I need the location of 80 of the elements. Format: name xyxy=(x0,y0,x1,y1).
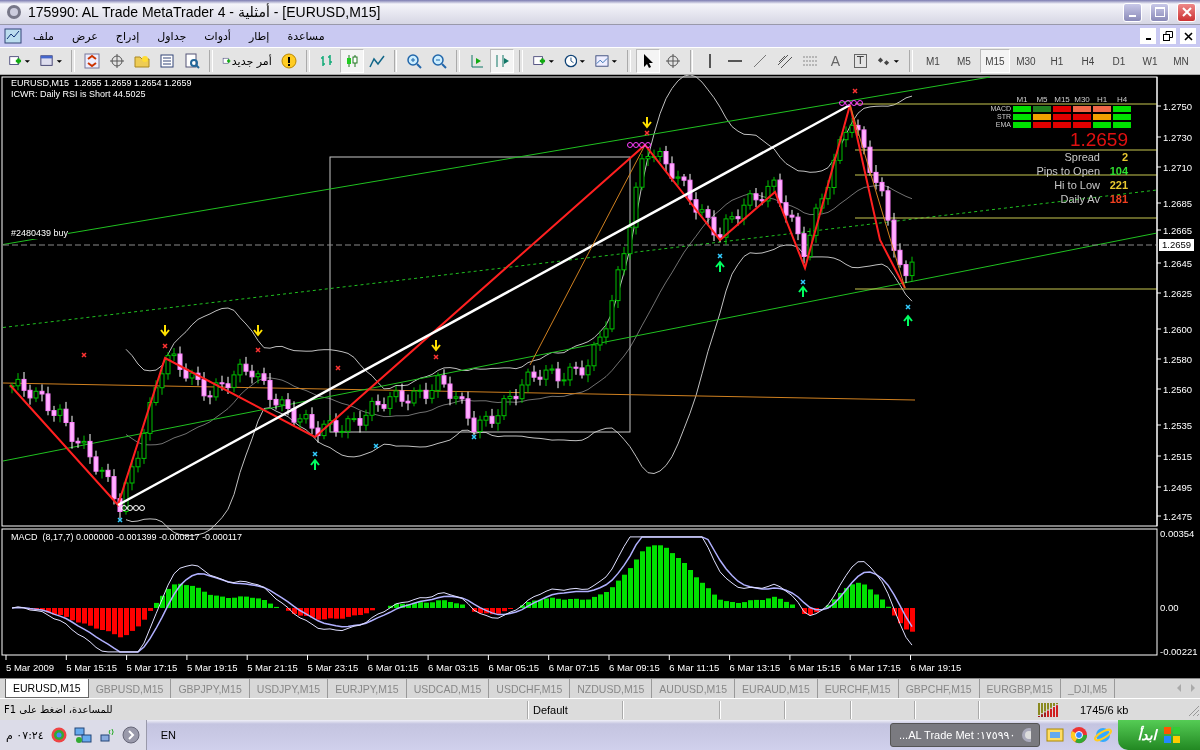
time-axis-label: 5 Mar 17:15 xyxy=(126,662,178,673)
time-axis-label: 5 Mar 2009 xyxy=(6,662,55,673)
timeframe-label: M30 xyxy=(1073,95,1091,104)
time-axis-label: 5 Mar 19:15 xyxy=(186,662,238,673)
menu-item[interactable]: جداول xyxy=(148,27,196,45)
traffic-text: 1745/6 kb xyxy=(1080,703,1129,716)
price-axis-label: 1.2665 xyxy=(1163,225,1193,236)
timeframe-button[interactable]: M1 xyxy=(917,49,948,73)
clock-text: ٠٧:٢٤ م xyxy=(6,728,44,742)
stat-label: Spread xyxy=(1063,150,1100,164)
time-axis-label: 5 Mar 23:15 xyxy=(307,662,359,673)
price-axis-label: 1.2710 xyxy=(1163,162,1193,173)
current-price-text: 1.2659 xyxy=(1068,130,1128,150)
timeframe-label: M1 xyxy=(1015,95,1029,104)
time-axis-label: 6 Mar 13:15 xyxy=(729,662,781,673)
macd-axis-label: 0.00 xyxy=(1160,602,1179,613)
macd-axis-label: -0.00221 xyxy=(1160,646,1198,657)
text-tool-button[interactable]: A xyxy=(823,49,848,73)
language-indicator[interactable]: EN xyxy=(160,729,176,741)
taskbar-button[interactable]: ١٧٥٩٩٠: AL Trade Met... xyxy=(890,723,1040,747)
price-axis-label: 1.2475 xyxy=(1163,511,1193,522)
timeframe-button[interactable]: M5 xyxy=(948,49,979,73)
time-axis-label: 6 Mar 07:15 xyxy=(548,662,600,673)
profile-name: Default xyxy=(533,703,568,716)
time-axis-label: 5 Mar 21:15 xyxy=(247,662,298,673)
time-axis-label: 6 Mar 03:15 xyxy=(428,662,479,673)
time-axis-label: 5 Mar 15:15 xyxy=(66,662,117,673)
current-price-label: 1.2659 xyxy=(1158,238,1196,252)
chart-info-text: EURUSD,M15 1.2655 1.2659 1.2654 1.2659 xyxy=(11,78,192,89)
timeframe-label: H1 xyxy=(1095,95,1109,104)
timeframe-button[interactable]: M30 xyxy=(1010,49,1041,73)
timeframe-label: H4 xyxy=(1115,95,1129,104)
stat-label: Pips to Open xyxy=(1036,164,1100,178)
price-axis-label: 1.2730 xyxy=(1163,132,1193,143)
price-axis-label: 1.2645 xyxy=(1163,258,1193,269)
stat-value: 221 xyxy=(1108,178,1128,192)
timeframe-button[interactable]: MN xyxy=(1165,49,1196,73)
menu-item[interactable]: أدوات xyxy=(195,27,240,45)
menu-item[interactable]: ملف xyxy=(24,27,63,45)
timeframe-button[interactable]: H1 xyxy=(1041,49,1072,73)
menu-item[interactable]: مساعدة xyxy=(278,27,334,45)
help-text: للمساعدة، اضغط على F1 xyxy=(4,704,113,715)
menu-item[interactable]: إدراج xyxy=(106,27,149,45)
time-axis-label: 6 Mar 15:15 xyxy=(789,662,841,673)
price-axis-label: 1.2750 xyxy=(1163,101,1193,112)
time-axis-label: 6 Mar 11:15 xyxy=(669,662,720,673)
new-order-button[interactable]: أمر جديد xyxy=(217,49,276,73)
stat-label: Hi to Low xyxy=(1053,178,1100,192)
menu-item[interactable]: عرض xyxy=(62,27,107,45)
price-axis-label: 1.2495 xyxy=(1163,482,1193,493)
time-axis-label: 6 Mar 19:15 xyxy=(910,662,962,673)
timeframe-button[interactable]: D1 xyxy=(1103,49,1134,73)
timeframe-button[interactable]: H4 xyxy=(1072,49,1103,73)
timeframe-button[interactable]: M15 xyxy=(979,49,1010,73)
price-axis-label: 1.2580 xyxy=(1163,354,1193,365)
price-axis-label: 1.2600 xyxy=(1163,324,1193,335)
timeframe-button[interactable]: W1 xyxy=(1134,49,1165,73)
price-axis-label: 1.2625 xyxy=(1163,288,1193,299)
stat-value: 2 xyxy=(1120,150,1128,164)
time-axis-label: 6 Mar 05:15 xyxy=(488,662,540,673)
stat-value: 104 xyxy=(1108,164,1128,178)
timeframe-label: M5 xyxy=(1035,95,1049,104)
timeframe-label: M15 xyxy=(1053,95,1071,104)
menu-item[interactable]: إطار xyxy=(239,27,279,45)
time-axis-label: 6 Mar 17:15 xyxy=(850,662,901,673)
window-title: 175990: AL Trade MetaTrader 4 - أمثلية - [EURUSD,M15] xyxy=(28,4,382,20)
time-axis-label: 6 Mar 01:15 xyxy=(367,662,419,673)
macd-axis-label: 0.00354 xyxy=(1160,528,1195,539)
chart-tab[interactable]: EURUSD,M15 xyxy=(5,679,89,698)
stat-label: Daily Av xyxy=(1059,192,1100,206)
price-axis-label: 1.2535 xyxy=(1163,420,1193,431)
time-axis-label: 6 Mar 09:15 xyxy=(609,662,660,673)
price-axis-label: 1.2515 xyxy=(1163,451,1193,462)
stat-value: 181 xyxy=(1108,192,1128,206)
indicator-info-text: ICWR: Daily RSI is Short 44.5025 xyxy=(11,89,146,100)
macd-info-text: MACD (8,17,7) 0.000000 -0.001399 -0.000817 -0.000117 xyxy=(11,532,242,543)
price-axis-label: 1.2685 xyxy=(1163,198,1193,209)
order-label: #2480439 buy xyxy=(11,228,69,239)
price-axis-label: 1.2560 xyxy=(1163,384,1193,395)
label-tool-button[interactable]: T xyxy=(848,49,873,73)
